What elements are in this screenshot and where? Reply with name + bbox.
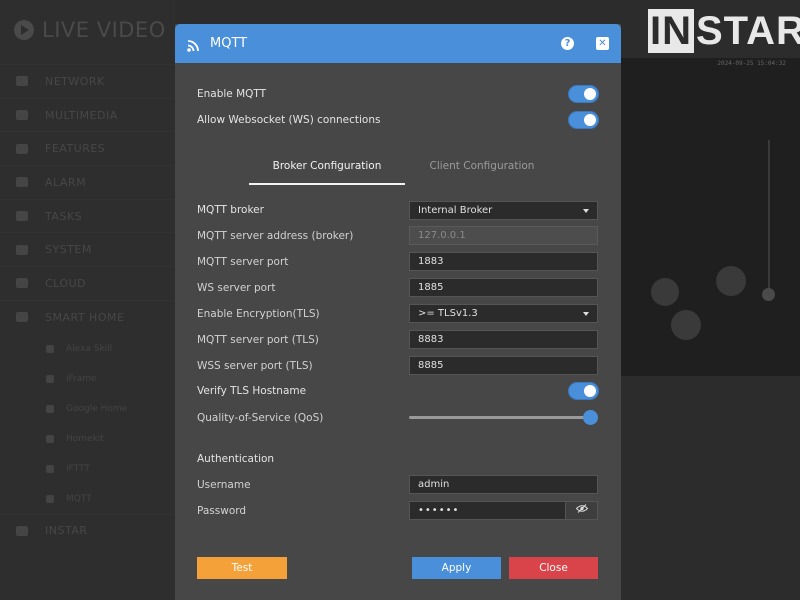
- username-label: Username: [197, 479, 251, 491]
- live-video-view: 2024-09-25 15:04:32: [621, 58, 800, 376]
- allow-websocket-toggle[interactable]: [568, 111, 599, 129]
- verify-tls-toggle[interactable]: [568, 382, 599, 400]
- submenu-item-alexa: Alexa Skill: [0, 334, 175, 364]
- sidebar-item-multimedia: MULTIMEDIA: [0, 97, 175, 132]
- enable-mqtt-label: Enable MQTT: [197, 88, 267, 100]
- rss-icon: [46, 494, 54, 503]
- port-input[interactable]: 1883: [409, 252, 598, 271]
- cloud-icon: [16, 278, 28, 289]
- submenu-item-homekit: Homekit: [0, 424, 175, 454]
- chevron-down-icon: [583, 209, 589, 213]
- broker-select[interactable]: Internal Broker: [409, 201, 598, 220]
- enable-mqtt-toggle[interactable]: [568, 85, 599, 103]
- star-icon: [16, 143, 28, 154]
- dialog-title: MQTT: [210, 36, 248, 51]
- sidebar-item-tasks: TASKS: [0, 198, 175, 233]
- eye-slash-icon: [575, 504, 588, 516]
- port-label: MQTT server port: [197, 256, 289, 268]
- network-icon: [16, 76, 28, 87]
- help-icon[interactable]: ?: [561, 37, 574, 50]
- qos-slider-handle[interactable]: [583, 410, 598, 425]
- app-title: LIVE VIDEO: [14, 18, 166, 42]
- password-input[interactable]: ••••••: [409, 501, 566, 520]
- qos-label: Quality-of-Service (QoS): [197, 412, 324, 424]
- image-icon: [16, 110, 28, 121]
- background-sidebar: LIVE VIDEO NETWORK MULTIMEDIA FEATURES A…: [0, 0, 175, 600]
- sidebar-item-features: FEATURES: [0, 131, 175, 165]
- address-label: MQTT server address (broker): [197, 230, 354, 242]
- allow-websocket-row: Allow Websocket (WS) connections: [197, 111, 599, 129]
- wss-port-label: WSS server port (TLS): [197, 360, 313, 372]
- qos-slider[interactable]: [409, 416, 590, 419]
- gear-icon: [16, 244, 28, 255]
- tls-port-label: MQTT server port (TLS): [197, 334, 319, 346]
- instar-icon: [16, 525, 28, 536]
- tab-client-configuration[interactable]: Client Configuration: [407, 156, 557, 185]
- tls-select[interactable]: >= TLSv1.3: [409, 304, 598, 323]
- home-icon: [16, 312, 28, 323]
- code-icon: [46, 374, 54, 383]
- tls-port-input[interactable]: 8883: [409, 330, 598, 349]
- chevron-down-icon: [583, 312, 589, 316]
- close-icon[interactable]: ✕: [596, 37, 609, 50]
- verify-tls-label: Verify TLS Hostname: [197, 385, 307, 397]
- homekit-icon: [46, 434, 54, 443]
- username-input[interactable]: admin: [409, 475, 598, 494]
- address-input: 127.0.0.1: [409, 226, 598, 245]
- sidebar-item-alarm: ALARM: [0, 165, 175, 199]
- background-menu: NETWORK MULTIMEDIA FEATURES ALARM TASKS …: [0, 64, 175, 547]
- ifttt-icon: [46, 464, 54, 473]
- wss-port-input[interactable]: 8885: [409, 356, 598, 375]
- toggle-password-visibility-button[interactable]: [565, 501, 598, 520]
- video-timestamp: 2024-09-25 15:04:32: [717, 60, 786, 67]
- sidebar-item-system: SYSTEM: [0, 232, 175, 266]
- video-volume-knob: [762, 288, 775, 301]
- enable-mqtt-row: Enable MQTT: [197, 85, 599, 103]
- play-icon: [14, 20, 34, 40]
- video-volume-slider: [768, 140, 770, 300]
- broker-label: MQTT broker: [197, 204, 264, 216]
- rss-icon: [187, 37, 200, 52]
- zoom-in-icon: [716, 266, 746, 296]
- test-button[interactable]: Test: [197, 557, 287, 579]
- sidebar-item-instar: INSTAR: [0, 513, 175, 548]
- submenu-item-mqtt: MQTT: [0, 484, 175, 514]
- ws-port-input[interactable]: 1885: [409, 278, 598, 297]
- auth-heading-row: Authentication: [197, 450, 599, 468]
- verify-tls-row: Verify TLS Hostname: [197, 382, 599, 400]
- close-button[interactable]: Close: [509, 557, 598, 579]
- sidebar-item-network: NETWORK: [0, 64, 175, 98]
- dialog-header: MQTT ? ✕: [175, 24, 621, 63]
- calendar-icon: [16, 211, 28, 222]
- google-icon: [46, 404, 54, 413]
- tls-label: Enable Encryption(TLS): [197, 308, 320, 320]
- instar-logo: IN STAR: [648, 8, 800, 53]
- zoom-out-icon: [671, 310, 701, 340]
- config-tabs: Broker Configuration Client Configuratio…: [197, 156, 599, 186]
- submenu-item-google-home: Google Home: [0, 394, 175, 424]
- alexa-icon: [46, 344, 54, 353]
- sidebar-item-cloud: CLOUD: [0, 266, 175, 300]
- allow-websocket-label: Allow Websocket (WS) connections: [197, 114, 381, 126]
- ptz-left-icon: [651, 278, 679, 306]
- sidebar-item-smart-home: SMART HOME: [0, 299, 175, 334]
- tab-broker-configuration[interactable]: Broker Configuration: [249, 156, 405, 185]
- auth-heading: Authentication: [197, 453, 275, 465]
- password-label: Password: [197, 505, 247, 517]
- submenu-item-ifttt: IFTTT: [0, 454, 175, 484]
- submenu-item-iframe: iFrame: [0, 364, 175, 394]
- mqtt-dialog: MQTT ? ✕ Enable MQTT Allow Websocket (WS…: [175, 24, 621, 600]
- bell-icon: [16, 177, 28, 188]
- apply-button[interactable]: Apply: [412, 557, 501, 579]
- ws-port-label: WS server port: [197, 282, 276, 294]
